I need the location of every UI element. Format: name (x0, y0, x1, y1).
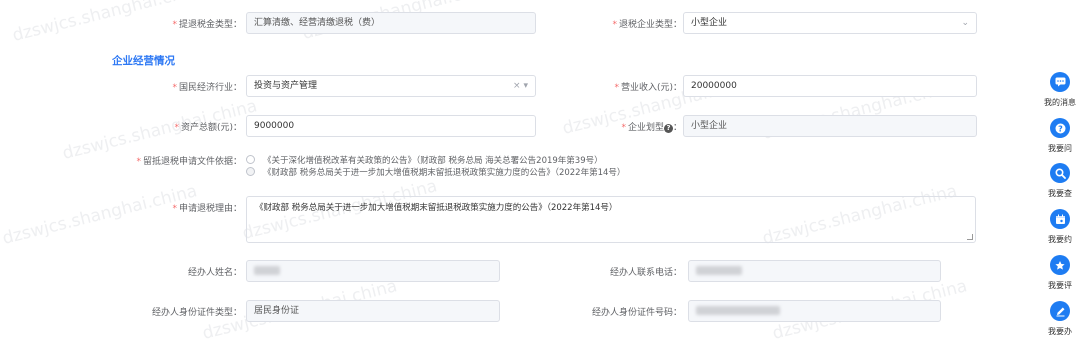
question-icon: ? (1050, 118, 1070, 138)
refund-type-field: 汇算清缴、经营清缴退税（费） (246, 12, 536, 34)
refund-reason-label: * 申请退税理由： (172, 204, 242, 214)
side-ask[interactable]: ? 我要问 (1040, 118, 1080, 154)
handler-phone-label: 经办人联系电话： (609, 268, 682, 278)
edit-icon (1050, 301, 1070, 321)
help-icon[interactable]: ? (663, 124, 673, 133)
redacted-value (696, 306, 780, 315)
refund-reason-textarea[interactable]: 《财政部 税务总局关于进一步加大增值税期末留抵退税政策实施力度的公告》（2022… (246, 196, 976, 243)
side-my-messages[interactable]: 我的消息 (1040, 72, 1080, 108)
side-search[interactable]: 我要查 (1040, 163, 1080, 199)
policy-option-2[interactable]: 《财政部 税务总局关于进一步加大增值税期末留抵退税政策实施力度的公告》（2022… (246, 166, 625, 179)
side-appointment[interactable]: 我要约 (1040, 209, 1080, 245)
clear-icon[interactable]: × (513, 81, 521, 91)
handler-phone-field (688, 260, 941, 282)
section-title: 企业经营情况 (112, 55, 175, 67)
radio-button[interactable] (246, 155, 255, 164)
chevron-down-icon[interactable]: ▾ (523, 81, 528, 91)
revenue-input[interactable]: 20000000 (683, 75, 977, 97)
enterprise-scale-field: 小型企业 (683, 115, 977, 137)
handler-id-type-label: 经办人身份证件类型： (151, 308, 242, 318)
rating-icon (1050, 255, 1070, 275)
side-rate[interactable]: 我要评 (1040, 255, 1080, 291)
redacted-value (696, 266, 742, 275)
redacted-value (254, 266, 280, 275)
total-assets-label: * 资产总额(元)： (174, 123, 242, 133)
chevron-down-icon: ⌄ (961, 18, 969, 28)
handler-id-type-field: 居民身份证 (246, 300, 500, 322)
radio-button-selected[interactable] (246, 167, 255, 176)
message-icon (1050, 72, 1070, 92)
enterprise-scale-label: * 企业划型?： (621, 123, 682, 133)
revenue-label: * 营业收入(元)： (614, 83, 682, 93)
side-handle[interactable]: 我要办 (1040, 301, 1080, 337)
calendar-icon (1050, 209, 1070, 229)
resize-handle-icon[interactable] (967, 234, 973, 240)
total-assets-input[interactable]: 9000000 (246, 115, 536, 137)
search-icon (1050, 163, 1070, 183)
clear-chevron-group: × ▾ (513, 76, 528, 96)
policy-basis-label: * 留抵退税申请文件依据： (136, 157, 242, 167)
industry-label: * 国民经济行业： (172, 83, 242, 93)
enterprise-type-label: * 退税企业类型： (612, 20, 682, 30)
handler-name-field (246, 260, 500, 282)
handler-id-number-field (688, 300, 941, 322)
svg-text:?: ? (1058, 124, 1063, 133)
watermark: dzswjcs.shanghai.china (0, 181, 200, 249)
handler-name-label: 经办人姓名： (187, 268, 242, 278)
refund-type-label: * 提退税金类型： (172, 20, 242, 30)
industry-select[interactable]: 投资与资产管理 × ▾ (246, 75, 536, 97)
enterprise-type-select[interactable]: 小型企业 ⌄ (683, 12, 977, 34)
handler-id-number-label: 经办人身份证件号码： (591, 308, 682, 318)
